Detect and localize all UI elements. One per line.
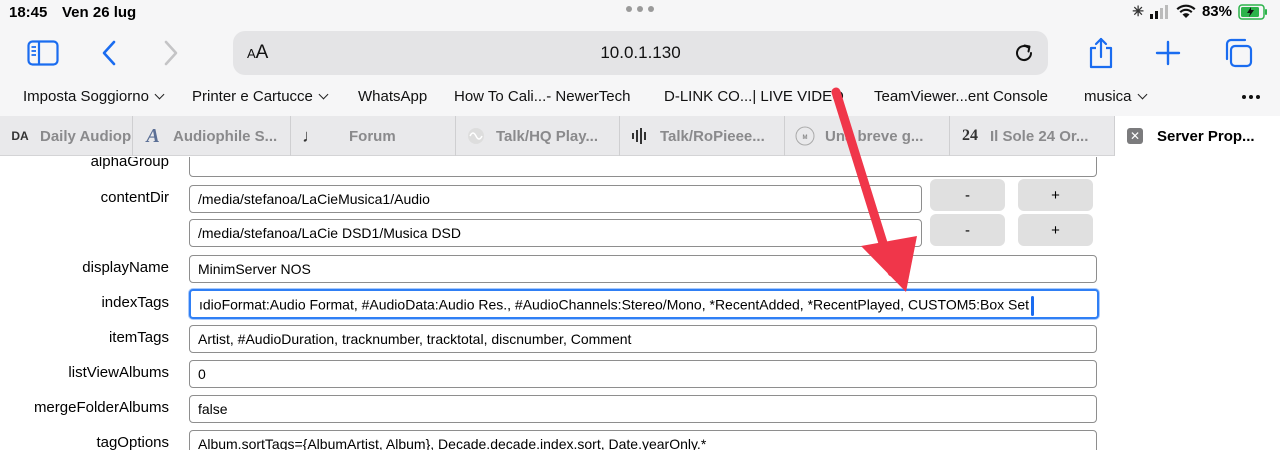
favicon-a-icon: A [146, 124, 160, 147]
signal-icon [1149, 4, 1168, 19]
listviewalbums-field[interactable]: 0 [189, 360, 1097, 388]
favicon-note-icon: ♩ [302, 125, 320, 146]
bookmark-label: How To Cali...- NewerTech [454, 88, 631, 105]
bookmark-label: D-LINK CO...| LIVE VIDEO [664, 88, 844, 105]
bookmark-musica[interactable]: musica [1084, 88, 1147, 105]
bars-icon [630, 126, 650, 146]
bookmark-dlink[interactable]: D-LINK CO...| LIVE VIDEO [664, 88, 844, 105]
forward-icon[interactable] [154, 36, 188, 70]
mergefolderalbums-field[interactable]: false [189, 395, 1097, 423]
loading-spinner-icon: ✳ [1132, 3, 1144, 19]
tab-daily-audiophile[interactable]: DA Daily Audiop [0, 116, 133, 156]
label-itemtags: itemTags [108, 329, 169, 346]
tab-audiophile-style[interactable]: A Audiophile S... [133, 116, 291, 156]
bookmarks-bar: Imposta Soggiorno Printer e Cartucce Wha… [0, 82, 1280, 116]
more-bookmarks-icon[interactable] [1242, 95, 1260, 99]
chevron-down-icon [318, 89, 329, 100]
bookmark-teamviewer[interactable]: TeamViewer...ent Console [874, 88, 1048, 105]
chevron-down-icon [154, 89, 165, 100]
bookmark-label: TeamViewer...ent Console [874, 88, 1048, 105]
status-time: 18:45 [9, 4, 48, 21]
label-indextags: indexTags [101, 294, 169, 311]
tab-label: Forum [349, 127, 396, 145]
displayname-field[interactable]: MinimServer NOS [189, 255, 1097, 283]
tab-una-breve-guida[interactable]: M Una breve g... [785, 116, 950, 156]
tab-talk-ropieee[interactable]: Talk/RoPieee... [620, 116, 785, 156]
site-logo-icon: M [795, 126, 815, 146]
bookmark-printer-cartucce[interactable]: Printer e Cartucce [192, 88, 329, 105]
tab-label: Una breve g... [825, 127, 924, 145]
tabs-overview-icon[interactable] [1221, 36, 1255, 70]
bookmark-newertech[interactable]: How To Cali...- NewerTech [454, 88, 630, 105]
address-bar[interactable]: AA 10.0.1.130 [233, 31, 1048, 75]
tab-bar: DA Daily Audiop A Audiophile S... ♩ Foru… [0, 116, 1280, 156]
multitasking-dots-icon[interactable] [626, 6, 654, 12]
tab-il-sole-24-ore[interactable]: 24 Il Sole 24 Or... [950, 116, 1115, 156]
bookmark-label: musica [1084, 88, 1132, 105]
bookmark-whatsapp[interactable]: WhatsApp [358, 88, 427, 105]
bookmark-imposta-soggiorno[interactable]: Imposta Soggiorno [23, 88, 165, 105]
svg-text:M: M [803, 135, 808, 141]
tab-label: Talk/HQ Play... [496, 127, 598, 145]
url-text: 10.0.1.130 [600, 43, 681, 62]
status-date: Ven 26 lug [62, 4, 137, 21]
label-mergefolderalbums: mergeFolderAlbums [33, 399, 169, 416]
tab-label: Daily Audiop [40, 127, 132, 145]
server-properties-form: alphaGroup contentDir /media/stefanoa/La… [0, 157, 1280, 450]
tab-label: Talk/RoPieee... [660, 127, 765, 145]
label-contentdir: contentDir [100, 189, 169, 206]
tab-label: Audiophile S... [173, 127, 278, 145]
share-icon[interactable] [1084, 36, 1118, 70]
bookmark-label: Printer e Cartucce [192, 88, 313, 105]
contentdir-remove-button-1[interactable]: - [930, 179, 1005, 211]
wifi-icon [1176, 4, 1196, 18]
tab-label: Il Sole 24 Or... [990, 127, 1089, 145]
favicon-24-icon: 24 [962, 127, 978, 144]
bookmark-label: WhatsApp [358, 88, 428, 105]
tab-server-properties[interactable]: ✕ Server Prop... [1115, 116, 1280, 156]
contentdir-remove-button-2[interactable]: - [930, 214, 1005, 246]
label-tagoptions: tagOptions [96, 434, 169, 450]
text-cursor [1031, 296, 1035, 316]
label-displayname: displayName [82, 259, 169, 276]
contentdir-add-button-2[interactable]: + [1018, 214, 1093, 246]
bookmark-label: Imposta Soggiorno [23, 88, 149, 105]
browser-toolbar: AA 10.0.1.130 [0, 26, 1280, 82]
indextags-value: ıdioFormat:Audio Format, #AudioData:Audi… [199, 296, 1030, 313]
reload-icon[interactable] [1012, 41, 1036, 65]
new-tab-icon[interactable] [1151, 36, 1185, 70]
back-icon[interactable] [92, 36, 126, 70]
label-alphagroup: alphaGroup [90, 157, 169, 170]
contentdir-add-button-1[interactable]: + [1018, 179, 1093, 211]
battery-percent: 83% [1201, 3, 1232, 20]
label-listviewalbums: listViewAlbums [68, 364, 169, 381]
chevron-down-icon [1137, 89, 1147, 100]
wave-icon [466, 126, 486, 146]
status-bar: 18:45 Ven 26 lug ✳ 83% [0, 0, 1280, 26]
favicon-da-icon: DA [11, 129, 29, 143]
tagoptions-field[interactable]: Album.sortTags={AlbumArtist, Album}, Dec… [189, 430, 1097, 450]
tab-talk-hq-player[interactable]: Talk/HQ Play... [456, 116, 620, 156]
contentdir-field-2[interactable]: /media/stefanoa/LaCie DSD1/Musica DSD [189, 219, 922, 247]
contentdir-field-1[interactable]: /media/stefanoa/LaCieMusica1/Audio [189, 185, 922, 213]
close-icon[interactable]: ✕ [1127, 128, 1143, 144]
indextags-field[interactable]: ıdioFormat:Audio Format, #AudioData:Audi… [189, 289, 1099, 319]
alphagroup-field[interactable] [189, 157, 1097, 177]
tab-label: Server Prop... [1157, 127, 1255, 145]
itemtags-field[interactable]: Artist, #AudioDuration, tracknumber, tra… [189, 325, 1097, 353]
status-indicators: ✳ 83% [1132, 3, 1268, 20]
sidebar-icon[interactable] [26, 36, 60, 70]
tab-forum[interactable]: ♩ Forum [291, 116, 456, 156]
battery-charging-icon [1238, 3, 1267, 20]
